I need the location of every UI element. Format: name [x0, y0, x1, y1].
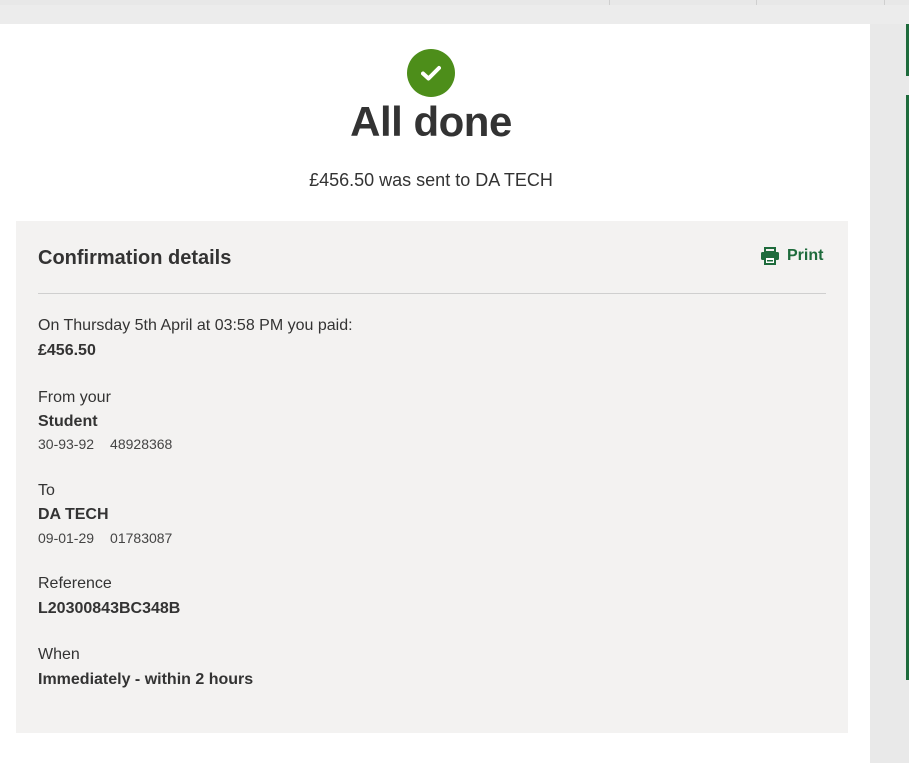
- paid-amount: £456.50: [38, 342, 96, 359]
- to-account-details: 09-01-29 01783087: [38, 530, 172, 546]
- tab-divider: [756, 0, 757, 5]
- to-account-number: 01783087: [110, 530, 173, 546]
- printer-icon: [761, 247, 779, 265]
- print-label[interactable]: Print: [787, 247, 823, 265]
- top-strip: [0, 0, 909, 5]
- when-value: Immediately - within 2 hours: [38, 671, 254, 688]
- print-button[interactable]: Print: [760, 247, 823, 265]
- from-account-details: 30-93-92 48928368: [38, 436, 172, 452]
- tab-divider: [884, 0, 885, 5]
- from-label: From your: [38, 389, 111, 406]
- payment-summary: £456.50 was sent to DA TECH: [309, 170, 553, 190]
- to-sort-code: 09-01-29: [38, 530, 95, 546]
- tab-divider: [609, 0, 610, 5]
- page-title: All done: [350, 98, 512, 145]
- confirmation-details-panel: Confirmation details Print On Thursday 5…: [16, 221, 848, 733]
- from-account-number: 48928368: [110, 436, 173, 452]
- to-label: To: [38, 482, 55, 499]
- from-sort-code: 30-93-92: [38, 436, 95, 452]
- details-heading: Confirmation details: [38, 247, 232, 269]
- to-payee-name: DA TECH: [38, 506, 109, 523]
- when-label: When: [38, 646, 80, 663]
- success-check-icon: [407, 49, 455, 97]
- reference-label: Reference: [38, 575, 112, 592]
- divider: [38, 293, 826, 294]
- reference-value: L20300843BC348B: [38, 600, 181, 617]
- from-account-name: Student: [38, 413, 98, 430]
- paid-date-text: On Thursday 5th April at 03:58 PM you pa…: [38, 317, 353, 334]
- right-gutter: [870, 24, 909, 763]
